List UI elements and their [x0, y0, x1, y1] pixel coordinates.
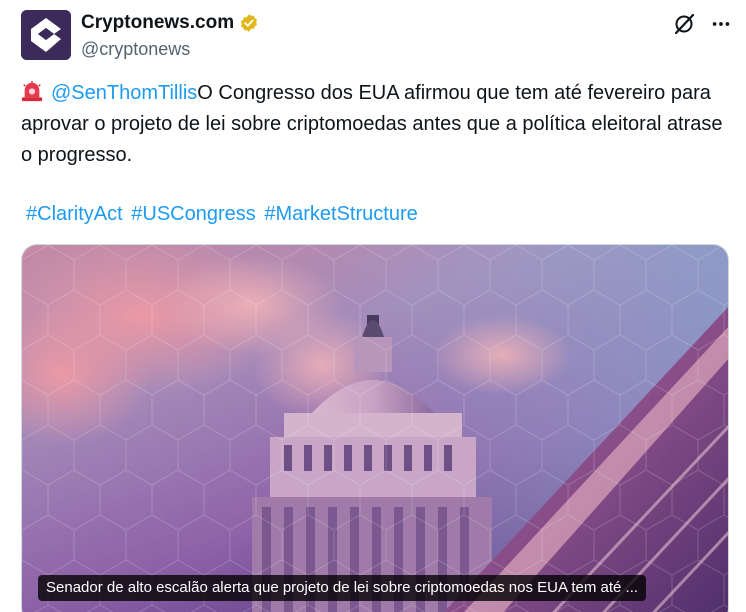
hashtag-link[interactable]: #ClarityAct — [26, 203, 123, 225]
police-siren-icon — [21, 80, 43, 102]
capitol-dome-image — [22, 245, 728, 612]
tweet-card: Cryptonews.com @cryptonews @SenThomTilli… — [0, 0, 746, 612]
gold-verified-badge-icon — [241, 14, 258, 32]
hashtag-link[interactable]: #USCongress — [131, 203, 256, 225]
tweet-text: @SenThomTillisO Congresso dos EUA afirmo… — [21, 78, 733, 171]
hashtags: #ClarityAct #USCongress #MarketStructure — [26, 199, 421, 230]
more-options-icon[interactable] — [710, 13, 732, 35]
hashtag-link[interactable]: #MarketStructure — [264, 203, 417, 225]
mention-link[interactable]: @SenThomTillis — [51, 82, 197, 104]
grok-icon[interactable] — [672, 12, 696, 36]
author-name-row: Cryptonews.com — [81, 12, 259, 34]
avatar[interactable] — [21, 10, 71, 60]
cryptonews-logo-icon — [21, 10, 71, 60]
tweet-top-actions — [672, 12, 732, 36]
media-caption: Senador de alto escalão alerta que proje… — [38, 575, 647, 601]
author-handle[interactable]: @cryptonews — [81, 39, 190, 60]
tweet-media-image[interactable]: Senador de alto escalão alerta que proje… — [21, 244, 729, 612]
display-name[interactable]: Cryptonews.com — [81, 12, 234, 34]
